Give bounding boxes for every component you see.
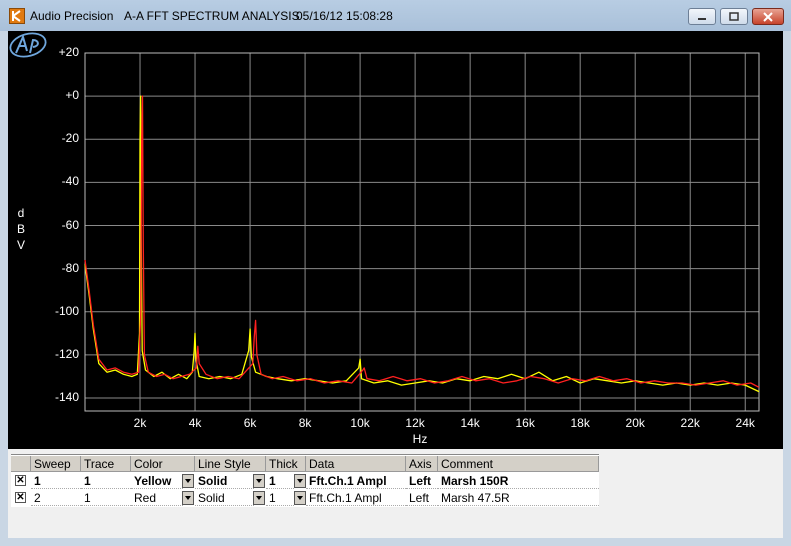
chevron-down-icon xyxy=(297,479,303,483)
legend-row[interactable]: ✕ 2 1 Red Solid 1 Fft.Ch.1 Ampl Left Mar… xyxy=(11,490,599,506)
x-axis-label: Hz xyxy=(412,432,428,446)
y-tick-label: -120 xyxy=(54,346,79,361)
color-cell[interactable]: Yellow xyxy=(131,473,183,489)
comment-cell[interactable]: Marsh 150R xyxy=(438,473,599,489)
chevron-down-icon xyxy=(185,479,191,483)
window-timestamp: 05/16/12 15:08:28 xyxy=(296,9,393,23)
y-axis-label-letter: V xyxy=(16,238,25,252)
close-button[interactable] xyxy=(752,8,784,25)
thick-cell[interactable]: 1 xyxy=(266,473,294,489)
line-style-cell[interactable]: Solid xyxy=(195,490,254,506)
line-style-cell[interactable]: Solid xyxy=(195,473,254,489)
chevron-down-icon xyxy=(256,496,262,500)
comment-cell[interactable]: Marsh 47.5R xyxy=(438,490,599,506)
y-tick-label: -60 xyxy=(61,217,79,232)
color-cell[interactable]: Red xyxy=(131,490,183,506)
x-tick-label: 14k xyxy=(460,416,480,430)
ap-logo-icon xyxy=(9,32,47,58)
thick-dropdown-button[interactable] xyxy=(294,491,306,505)
sweep-cell[interactable]: 2 xyxy=(31,490,81,506)
x-tick-label: 22k xyxy=(680,416,700,430)
close-icon xyxy=(763,12,773,22)
header-blank-cell xyxy=(11,456,31,472)
header-trace[interactable]: Trace xyxy=(81,456,131,472)
minimize-icon xyxy=(698,18,706,20)
header-axis[interactable]: Axis xyxy=(406,456,438,472)
y-tick-label: -40 xyxy=(61,174,79,189)
x-tick-label: 10k xyxy=(350,416,370,430)
fft-plot xyxy=(84,52,760,412)
thick-dropdown-button[interactable] xyxy=(294,474,306,488)
trace-enabled-checkbox[interactable]: ✕ xyxy=(15,475,26,486)
y-tick-label: -140 xyxy=(54,390,79,405)
x-tick-label: 2k xyxy=(133,416,147,430)
chevron-down-icon xyxy=(256,479,262,483)
axis-cell[interactable]: Left xyxy=(406,473,438,489)
header-color[interactable]: Color xyxy=(131,456,195,472)
chevron-down-icon xyxy=(297,496,303,500)
header-data[interactable]: Data xyxy=(306,456,406,472)
data-cell[interactable]: Fft.Ch.1 Ampl xyxy=(306,473,406,489)
legend-header-row: Sweep Trace Color Line Style Thick Data … xyxy=(11,456,599,472)
thick-cell[interactable]: 1 xyxy=(266,490,294,506)
y-axis-label-letter: B xyxy=(16,222,25,236)
y-axis-label-letter: d xyxy=(17,206,25,220)
minimize-button[interactable] xyxy=(688,8,716,25)
fft-plot-area[interactable]: +20 +0 -20 -40 -60 -80 -100 -120 -140 2k 4k 6k 8k 10… xyxy=(8,31,783,449)
header-line-style[interactable]: Line Style xyxy=(195,456,266,472)
trace-legend-table: Sweep Trace Color Line Style Thick Data … xyxy=(11,454,599,507)
axis-cell[interactable]: Left xyxy=(406,490,438,506)
series-line-1 xyxy=(84,95,760,393)
x-tick-label: 24k xyxy=(735,416,755,430)
x-tick-label: 16k xyxy=(515,416,535,430)
chevron-down-icon xyxy=(185,496,191,500)
y-tick-label: -80 xyxy=(61,260,79,275)
legend-row[interactable]: ✕ 1 1 Yellow Solid 1 Fft.Ch.1 Ampl Left … xyxy=(11,473,599,489)
y-tick-label: -100 xyxy=(54,303,79,318)
line-style-dropdown-button[interactable] xyxy=(253,491,265,505)
x-tick-label: 8k xyxy=(298,416,312,430)
trace-enabled-checkbox[interactable]: ✕ xyxy=(15,492,26,503)
window-chart-title: A-A FFT SPECTRUM ANALYSIS xyxy=(124,9,300,23)
app-icon[interactable] xyxy=(9,8,25,24)
trace-cell[interactable]: 1 xyxy=(81,473,131,489)
data-cell[interactable]: Fft.Ch.1 Ampl xyxy=(306,490,406,506)
x-tick-label: 4k xyxy=(188,416,202,430)
x-tick-label: 6k xyxy=(243,416,257,430)
header-comment[interactable]: Comment xyxy=(438,456,599,472)
color-dropdown-button[interactable] xyxy=(182,491,194,505)
x-tick-label: 12k xyxy=(405,416,425,430)
chart-window-client: +20 +0 -20 -40 -60 -80 -100 -120 -140 2k 4k 6k 8k 10… xyxy=(8,31,783,538)
series-line-2 xyxy=(84,95,760,388)
header-sweep[interactable]: Sweep xyxy=(31,456,81,472)
y-tick-label: +0 xyxy=(65,88,79,103)
trace-cell[interactable]: 1 xyxy=(81,490,131,506)
x-tick-label: 18k xyxy=(570,416,590,430)
window-app-name: Audio Precision xyxy=(30,9,114,23)
plot-frame xyxy=(84,52,760,412)
x-tick-label: 20k xyxy=(625,416,645,430)
color-dropdown-button[interactable] xyxy=(182,474,194,488)
y-tick-label: -20 xyxy=(61,131,79,146)
sweep-cell[interactable]: 1 xyxy=(31,473,81,489)
header-thick[interactable]: Thick xyxy=(266,456,306,472)
maximize-icon xyxy=(729,12,739,21)
title-bar[interactable]: Audio Precision A-A FFT SPECTRUM ANALYSI… xyxy=(0,0,791,31)
line-style-dropdown-button[interactable] xyxy=(253,474,265,488)
maximize-button[interactable] xyxy=(720,8,748,25)
